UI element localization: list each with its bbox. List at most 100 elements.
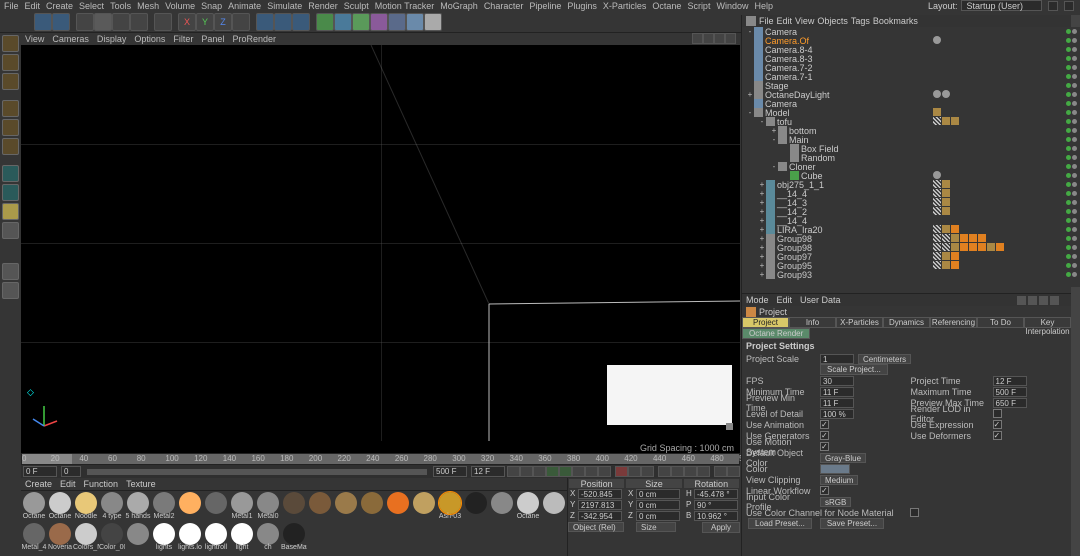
main-menu-item[interactable]: Tools <box>110 1 131 11</box>
play-back-button[interactable] <box>546 466 559 477</box>
vclip-dropdown[interactable]: Medium <box>820 475 858 485</box>
coord-field[interactable]: 0 cm <box>636 489 680 499</box>
tag-icon[interactable] <box>951 225 959 233</box>
pmax-field[interactable]: 650 F <box>993 398 1027 408</box>
coord-field[interactable]: 0 cm <box>636 500 680 510</box>
time-slider[interactable] <box>87 469 427 475</box>
material-swatch[interactable] <box>359 491 385 522</box>
tag-icon[interactable] <box>933 234 941 242</box>
tag-icon[interactable] <box>978 243 986 251</box>
ugen-check[interactable] <box>820 431 829 440</box>
doc-dropdown[interactable]: Gray-Blue <box>820 453 866 463</box>
tag-icon[interactable] <box>942 261 950 269</box>
coord-system-button[interactable] <box>232 13 250 31</box>
attr-menu-item[interactable]: User Data <box>800 295 841 305</box>
next-key-button[interactable] <box>585 466 598 477</box>
viewport-menu-item[interactable]: Cameras <box>52 34 89 44</box>
tag-icon[interactable] <box>942 234 950 242</box>
live-select-button[interactable] <box>76 13 94 31</box>
undo-button[interactable] <box>34 13 52 31</box>
main-menu-item[interactable]: Help <box>754 1 773 11</box>
attr-nav-back-icon[interactable] <box>1017 296 1026 305</box>
key-opt-button[interactable] <box>727 466 740 477</box>
cube-button[interactable] <box>316 13 334 31</box>
lod-field[interactable]: 100 % <box>820 409 854 419</box>
tag-icon[interactable] <box>933 243 941 251</box>
coord-field[interactable]: 90 ° <box>694 500 738 510</box>
viewport-menu-item[interactable]: Options <box>134 34 165 44</box>
main-menu-item[interactable]: Pipeline <box>529 1 561 11</box>
color-swatch[interactable] <box>820 464 850 474</box>
env-button[interactable] <box>388 13 406 31</box>
key-mode-button[interactable] <box>714 466 727 477</box>
render-view-button[interactable] <box>256 13 274 31</box>
material-swatch[interactable]: Noveria <box>47 522 73 553</box>
attr-tab[interactable]: Dynamics <box>883 317 930 328</box>
attr-tab[interactable]: Info <box>789 317 836 328</box>
material-swatch[interactable] <box>463 491 489 522</box>
model-mode-button[interactable] <box>2 35 19 52</box>
tag-icon[interactable] <box>951 234 959 242</box>
udef-check[interactable] <box>993 431 1002 440</box>
size-mode-dropdown[interactable]: Size <box>636 522 676 532</box>
material-swatch[interactable] <box>203 491 229 522</box>
workplane-mode-button[interactable] <box>2 73 19 90</box>
material-swatch[interactable]: Octane <box>21 491 47 522</box>
material-swatch[interactable]: lights.lo <box>177 522 203 553</box>
tag-icon[interactable] <box>933 90 941 98</box>
tag-icon[interactable] <box>969 234 977 242</box>
ucc-check[interactable] <box>910 508 919 517</box>
o-button[interactable] <box>2 282 19 299</box>
redo-button[interactable] <box>52 13 70 31</box>
om-menu-item[interactable]: Objects <box>817 16 848 26</box>
tag-icon[interactable] <box>933 189 941 197</box>
octane-tab[interactable]: Octane Render <box>742 328 810 339</box>
material-swatch[interactable]: ch <box>255 522 281 553</box>
om-menu-item[interactable]: Tags <box>851 16 870 26</box>
rotate-button[interactable] <box>130 13 148 31</box>
apply-button[interactable]: Apply <box>702 522 740 533</box>
spline-button[interactable] <box>334 13 352 31</box>
rlod-check[interactable] <box>993 409 1002 418</box>
attr-nav-up-icon[interactable] <box>1039 296 1048 305</box>
deformer-button[interactable] <box>370 13 388 31</box>
edge-mode-button[interactable] <box>2 100 19 117</box>
icp-dropdown[interactable]: sRGB <box>820 497 851 507</box>
key-p-button[interactable] <box>658 466 671 477</box>
material-swatch[interactable]: Noodle <box>73 491 99 522</box>
material-swatch[interactable]: Octane <box>47 491 73 522</box>
tag-icon[interactable] <box>942 225 950 233</box>
tag-icon[interactable] <box>951 261 959 269</box>
render-settings-button[interactable] <box>292 13 310 31</box>
tag-icon[interactable] <box>942 252 950 260</box>
light-button[interactable] <box>424 13 442 31</box>
material-menu-item[interactable]: Edit <box>60 479 76 489</box>
tag-icon[interactable] <box>942 189 950 197</box>
material-swatch[interactable]: BaseMat <box>281 522 307 553</box>
material-swatch[interactable] <box>333 491 359 522</box>
material-swatch[interactable]: 5 hands <box>125 491 151 522</box>
camera-button[interactable] <box>406 13 424 31</box>
attr-lock-icon[interactable] <box>1050 296 1059 305</box>
time-current-field[interactable]: 12 F <box>471 466 505 477</box>
main-menu-item[interactable]: Simulate <box>267 1 302 11</box>
tag-icon[interactable] <box>933 225 941 233</box>
material-swatch[interactable]: lights <box>151 522 177 553</box>
material-swatch[interactable] <box>177 491 203 522</box>
texture-mode-button[interactable] <box>2 54 19 71</box>
material-swatch[interactable] <box>281 491 307 522</box>
tag-icon[interactable] <box>942 207 950 215</box>
material-menu-item[interactable]: Texture <box>126 479 156 489</box>
workplane-button[interactable] <box>2 222 19 239</box>
recent-tools-button[interactable] <box>154 13 172 31</box>
tag-icon[interactable] <box>933 36 941 44</box>
main-menu-item[interactable]: Window <box>716 1 748 11</box>
save-preset-button[interactable]: Save Preset... <box>820 518 884 529</box>
material-swatch[interactable] <box>385 491 411 522</box>
coord-field[interactable]: -520.845 cm <box>578 489 622 499</box>
tag-icon[interactable] <box>933 180 941 188</box>
max-field[interactable]: 500 F <box>993 387 1027 397</box>
tag-icon[interactable] <box>987 243 995 251</box>
tag-icon[interactable] <box>933 207 941 215</box>
ptime-field[interactable]: 12 F <box>993 376 1027 386</box>
